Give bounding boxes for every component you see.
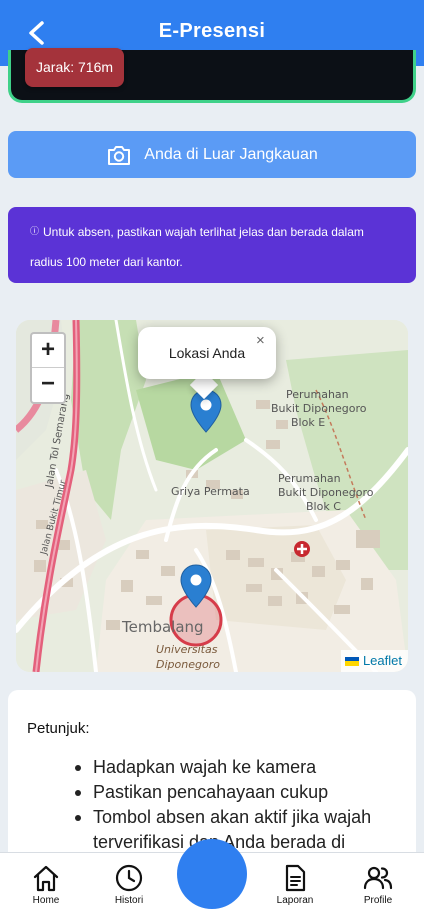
clock-icon <box>115 864 143 892</box>
map-attribution[interactable]: Leaflet <box>340 650 408 672</box>
map-label-universitas: Universitas <box>156 643 218 656</box>
out-of-range-label: Anda di Luar Jangkauan <box>144 145 318 163</box>
instructions-title: Petunjuk: <box>27 720 90 737</box>
zoom-out-button[interactable]: − <box>32 368 64 402</box>
info-text: Untuk absen, pastikan wajah terlihat jel… <box>30 225 364 269</box>
attribution-link[interactable]: Leaflet <box>363 650 402 672</box>
map-label-universitas: Diponegoro <box>156 658 220 671</box>
map-label-perumahan-e: Bukit Diponegoro <box>271 402 367 415</box>
list-item: Pastikan pencahayaan cukup <box>75 780 396 805</box>
nav-histori-label: Histori <box>114 895 144 906</box>
out-of-range-button[interactable]: Anda di Luar Jangkauan <box>8 131 416 178</box>
attendance-fab-button[interactable] <box>177 839 247 909</box>
camera-icon <box>108 145 131 165</box>
document-icon <box>285 864 306 892</box>
map-label-perumahan-c: Blok C <box>306 500 341 513</box>
info-message: ⓘ Untuk absen, pastikan wajah terlihat je… <box>8 207 416 283</box>
nav-home-label: Home <box>32 895 60 906</box>
map-label-perumahan-c: Bukit Diponegoro <box>278 486 374 499</box>
map-label-tembalang: Tembalang <box>121 618 204 636</box>
nav-profile-label: Profile <box>363 895 393 906</box>
nav-laporan[interactable]: Laporan <box>265 863 325 906</box>
map-label-perumahan-c: Perumahan <box>278 472 341 485</box>
map-label-griya: Griya Permata <box>171 485 250 498</box>
list-item: Hadapkan wajah ke kamera <box>75 755 396 780</box>
nav-home[interactable]: Home <box>16 863 76 906</box>
zoom-in-button[interactable]: + <box>32 334 64 368</box>
home-icon <box>33 865 59 892</box>
zoom-control: + − <box>30 332 66 404</box>
popup-close-icon[interactable]: × <box>256 332 265 349</box>
nav-histori[interactable]: Histori <box>99 863 159 906</box>
users-icon <box>363 866 393 890</box>
nav-profile[interactable]: Profile <box>348 863 408 906</box>
info-icon: ⓘ <box>30 226 40 236</box>
flag-icon <box>344 656 359 666</box>
location-map[interactable]: Perumahan Bukit Diponegoro Blok E Griya … <box>16 320 408 672</box>
map-label-perumahan-e: Blok E <box>291 416 325 429</box>
nav-laporan-label: Laporan <box>276 895 314 906</box>
page-title: E-Presensi <box>158 20 266 42</box>
distance-badge: Jarak: 716m <box>25 48 124 87</box>
map-label-perumahan-e: Perumahan <box>286 388 349 401</box>
